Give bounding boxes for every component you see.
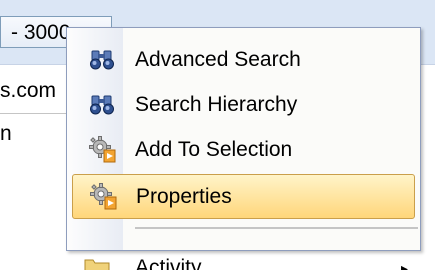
submenu-arrow-icon: ▸ [400, 260, 408, 270]
folder-icon [83, 256, 111, 270]
menu-item-partial[interactable]: Activity ▸ [67, 250, 420, 270]
menu-item-label: Add To Selection [135, 138, 293, 161]
list-item[interactable]: n [0, 122, 12, 146]
list-divider [0, 113, 66, 114]
menu-item-add-to-selection[interactable]: Add To Selection [67, 127, 420, 172]
menu-item-label: Activity [135, 256, 202, 270]
menu-item-label: Advanced Search [135, 48, 301, 71]
menu-item-advanced-search[interactable]: Advanced Search [67, 37, 420, 82]
menu-item-label: Properties [136, 185, 232, 208]
menu-item-label: Search Hierarchy [135, 93, 298, 116]
list-item[interactable]: s.com [0, 79, 56, 103]
gear-add-icon [88, 135, 116, 163]
gear-properties-icon [89, 182, 117, 210]
binoculars-icon [88, 90, 116, 118]
binoculars-icon [88, 45, 116, 73]
menu-separator [135, 227, 418, 229]
tab-label: - 3000 [11, 21, 71, 44]
menu-item-search-hierarchy[interactable]: Search Hierarchy [67, 82, 420, 127]
context-menu: Advanced Search Search Hierarchy Add To … [66, 27, 421, 270]
menu-item-properties[interactable]: Properties [72, 174, 415, 219]
